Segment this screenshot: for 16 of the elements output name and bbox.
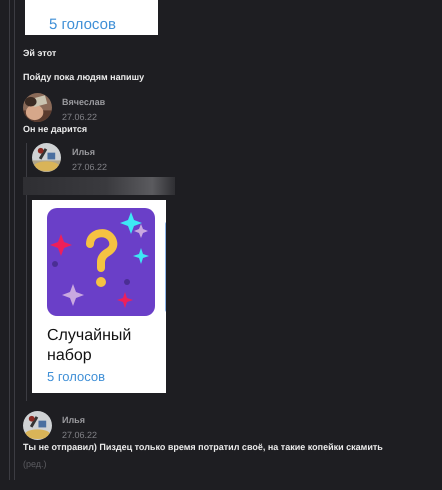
message-date: 27.06.22 bbox=[62, 111, 98, 123]
gift-title: Случайный набор bbox=[47, 326, 132, 366]
message-date: 27.06.22 bbox=[62, 429, 98, 441]
author-name[interactable]: Илья bbox=[72, 146, 108, 158]
gift-card[interactable]: Случайный набор 5 голосов bbox=[32, 200, 165, 393]
author-name[interactable]: Вячеслав bbox=[62, 96, 106, 108]
edited-label: (ред.) bbox=[23, 459, 48, 469]
author-name[interactable]: Илья bbox=[62, 414, 98, 426]
message-text: Эй этот bbox=[23, 48, 58, 59]
message-text: Он не дарится bbox=[23, 124, 88, 135]
message-text: Пойду пока людям напишу bbox=[23, 72, 146, 83]
gift-card[interactable]: 5 голосов bbox=[25, 0, 158, 35]
message-text: Ты не отправил) Пиздец только время потратил своё, на такие копейки скамить bbox=[23, 442, 384, 453]
message-date: 27.06.22 bbox=[72, 161, 108, 173]
votes-count: 5 голосов bbox=[47, 369, 106, 385]
votes-count: 5 голосов bbox=[49, 16, 116, 34]
